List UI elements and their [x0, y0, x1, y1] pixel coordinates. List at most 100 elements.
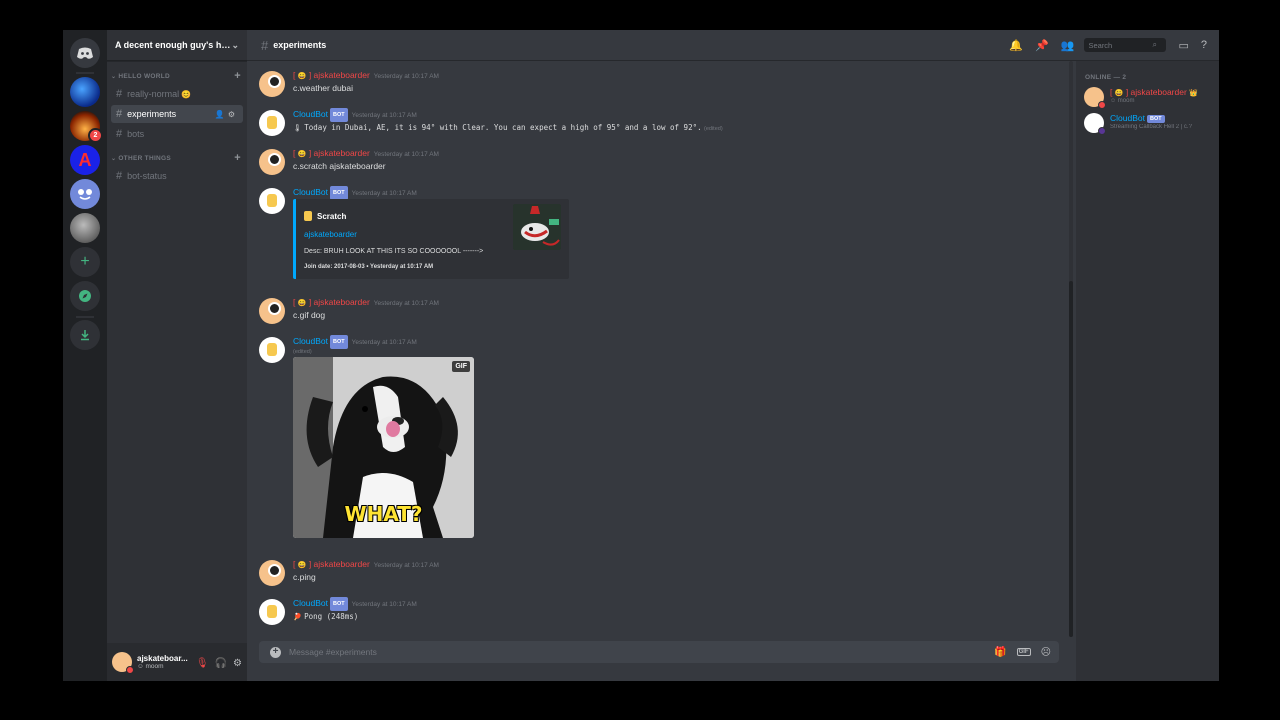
channel-bots[interactable]: # bots: [111, 125, 243, 143]
member-item[interactable]: [ 😄 ] ajskateboarder 👑 ☺ moom: [1084, 87, 1214, 109]
channel-label: bots: [127, 129, 145, 139]
author-name[interactable]: [ 😄 ] ajskateboarder: [293, 148, 370, 158]
dog-gif[interactable]: GIF WHAT?: [293, 357, 474, 538]
ping-pong-icon: 🏓: [293, 614, 302, 621]
gif-caption: WHAT?: [344, 502, 423, 526]
author-emoji: 😄: [297, 562, 307, 569]
scrollbar-thumb[interactable]: [1069, 281, 1073, 637]
embed-title-link[interactable]: ajskateboarder: [304, 230, 357, 239]
avatar[interactable]: [112, 652, 134, 674]
author-name[interactable]: [ 😄 ] ajskateboarder: [293, 297, 370, 307]
bot-badge: BOT: [329, 597, 348, 611]
member-activity: ☺ moom: [1110, 98, 1135, 104]
add-channel-icon[interactable]: +: [234, 152, 241, 164]
embed-thumbnail[interactable]: [513, 204, 561, 250]
message-list: [ 😄 ] ajskateboarder Yesterday at 10:17 A…: [247, 61, 1069, 637]
author-name[interactable]: CloudBot: [293, 598, 328, 608]
add-server-icon[interactable]: +: [70, 247, 100, 277]
channel-label: experiments: [127, 109, 177, 119]
server-icon-fire[interactable]: 2: [70, 111, 103, 143]
hash-icon: #: [116, 88, 123, 100]
category-header[interactable]: ⌄ HELLO WORLD +: [107, 69, 247, 83]
emoji-icon[interactable]: ☹: [1041, 647, 1051, 658]
chevron-down-icon: ⌄: [111, 73, 117, 80]
channel-bot-status[interactable]: # bot-status: [111, 167, 243, 185]
members-header: ONLINE — 2: [1085, 74, 1127, 81]
server-icon-moon[interactable]: [70, 213, 100, 243]
author-name[interactable]: [ 😄 ] ajskateboarder: [293, 559, 370, 569]
chevron-down-icon: ⌄: [231, 39, 239, 50]
scrollbar[interactable]: [1069, 61, 1073, 637]
server-icon-face[interactable]: [70, 179, 100, 209]
avatar[interactable]: [259, 71, 285, 97]
mute-mic-icon[interactable]: 🎙: [196, 658, 209, 669]
author-name[interactable]: [ 😄 ] ajskateboarder: [293, 70, 370, 80]
message-input[interactable]: [289, 647, 985, 657]
channel-label: really-normal: [127, 89, 180, 99]
author-name[interactable]: CloudBot: [293, 336, 328, 346]
member-activity-text: moom: [1117, 98, 1135, 104]
crown-icon: 👑: [1189, 90, 1198, 97]
channel-really-normal[interactable]: # really-normal 😊: [111, 85, 243, 103]
avatar[interactable]: [259, 298, 285, 324]
channel-experiments[interactable]: # experiments 👤⚙: [111, 105, 243, 123]
gear-icon[interactable]: ⚙: [228, 110, 238, 119]
gif-picker-button[interactable]: GIF: [1016, 648, 1031, 656]
member-name: CloudBot BOT: [1110, 113, 1165, 123]
avatar[interactable]: [259, 337, 285, 363]
scratch-embed: Scratch ajskateboarder Desc: BRUH LOOK A…: [293, 199, 569, 279]
members-icon[interactable]: 👥: [1061, 39, 1075, 52]
guild-header[interactable]: A decent enough guy's ha... ⌄: [107, 30, 247, 61]
member-list: ONLINE — 2 [ 😄 ] ajskateboarder 👑 ☺ moom…: [1076, 61, 1219, 681]
message-text: Today in Dubai, AE, it is 94° with Clear…: [304, 123, 702, 132]
invite-icon[interactable]: 👤: [215, 110, 228, 119]
upload-plus-icon[interactable]: +: [270, 646, 281, 658]
author-label: ] ajskateboarder: [308, 297, 370, 307]
server-icon-blue[interactable]: [70, 77, 100, 107]
avatar: [1084, 87, 1106, 109]
embed-author-label: Scratch: [317, 212, 347, 221]
search-input[interactable]: [1088, 40, 1153, 50]
author-emoji: 😄: [297, 300, 307, 307]
author-name[interactable]: CloudBot: [293, 109, 328, 119]
explore-compass-icon[interactable]: [70, 281, 100, 311]
category-header[interactable]: ⌄ OTHER THINGS +: [107, 151, 247, 165]
bot-badge: BOT: [329, 335, 348, 349]
embed-author: Scratch: [304, 211, 346, 221]
avatar[interactable]: [259, 599, 285, 625]
channel-tools: 👤⚙: [215, 110, 238, 119]
server-list: 2 A +: [63, 30, 107, 681]
pin-icon[interactable]: 📌: [1035, 39, 1049, 52]
hash-icon: #: [116, 128, 123, 140]
bell-icon[interactable]: 🔔: [1009, 39, 1023, 52]
avatar[interactable]: [259, 110, 285, 136]
user-name: ajskateboar...: [137, 654, 188, 663]
inbox-icon[interactable]: ▭: [1178, 39, 1188, 52]
member-item[interactable]: CloudBot BOT Streaming Callback Hell 2 | …: [1084, 113, 1214, 135]
bot-badge: BOT: [1146, 115, 1165, 123]
author-emoji: 😄: [297, 73, 307, 80]
embed-description: Desc: BRUH LOOK AT THIS ITS SO COOOOOOL …: [304, 248, 484, 255]
timestamp: Yesterday at 10:17 AM: [351, 190, 417, 197]
download-icon[interactable]: [70, 320, 100, 350]
avatar[interactable]: [259, 149, 285, 175]
message-text: Pong (248ms): [304, 612, 359, 621]
server-icon-a[interactable]: A: [70, 145, 100, 175]
member-name: [ 😄 ] ajskateboarder 👑: [1110, 87, 1198, 97]
hash-icon: #: [116, 170, 123, 182]
gear-icon[interactable]: ⚙: [233, 658, 242, 669]
guild-name: A decent enough guy's ha...: [115, 40, 232, 50]
gift-icon[interactable]: 🎁: [994, 647, 1006, 658]
status-dot: [126, 666, 134, 674]
headphones-icon[interactable]: 🎧: [215, 658, 227, 669]
rail-separator: [76, 72, 94, 74]
avatar[interactable]: [259, 560, 285, 586]
help-icon[interactable]: ?: [1201, 39, 1207, 51]
avatar[interactable]: [259, 188, 285, 214]
timestamp: Yesterday at 10:17 AM: [373, 300, 439, 307]
timestamp: Yesterday at 10:17 AM: [373, 151, 439, 158]
add-channel-icon[interactable]: +: [234, 70, 241, 82]
author-name[interactable]: CloudBot: [293, 187, 328, 197]
rail-separator: [76, 316, 94, 318]
home-discord-icon[interactable]: [70, 38, 100, 68]
